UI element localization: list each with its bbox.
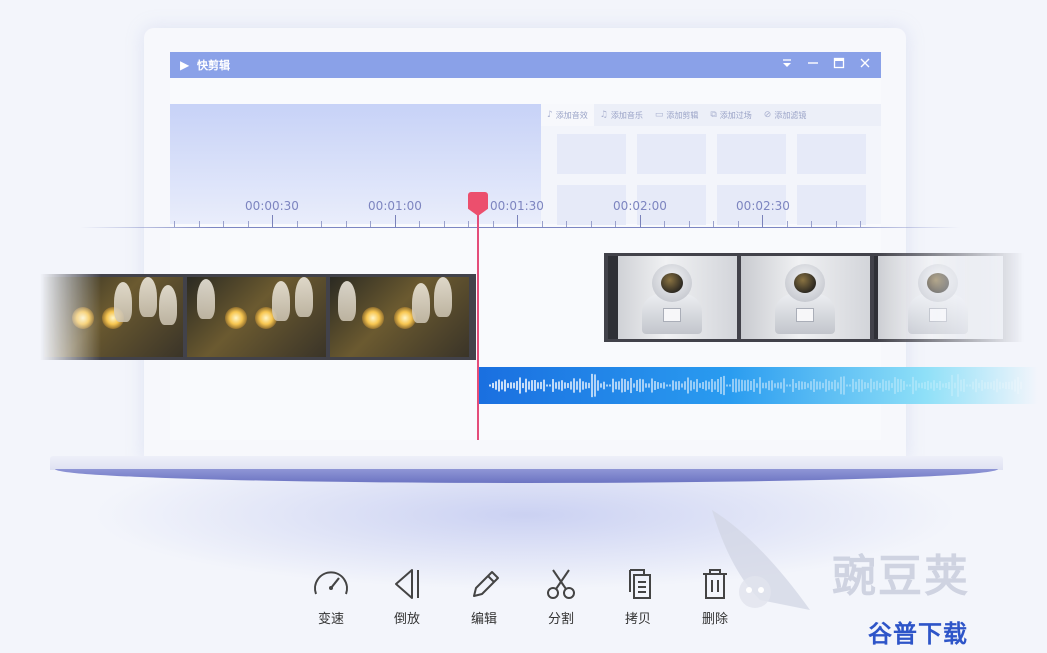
tab-music[interactable]: ♫ 添加音乐 — [594, 104, 649, 126]
tab-filter[interactable]: ⊘ 添加滤镜 — [758, 104, 813, 126]
video-clip-icon: ▭ — [654, 110, 664, 120]
timeline-tick — [517, 215, 518, 227]
asset-thumbnail[interactable] — [557, 134, 626, 174]
clip-frame — [741, 256, 870, 339]
timeline-tick — [836, 221, 837, 227]
split-label: 分割 — [547, 612, 574, 627]
timeline-tick — [591, 221, 592, 227]
edit-button[interactable]: 编辑 — [459, 566, 509, 627]
timeline-tick — [811, 221, 812, 227]
timeline-tick — [468, 221, 469, 227]
transition-icon: ⧉ — [710, 110, 717, 120]
split-button[interactable]: 分割 — [536, 566, 586, 627]
editor-promo-stage: ▶ 快剪辑 ♪ 添加音效 ♫ 添加音乐 ▭ 添加剪辑 ⧉ 添加过场 ⊘ 添加滤镜… — [0, 0, 1047, 653]
timeline-tick — [493, 221, 494, 227]
reverse-label: 倒放 — [393, 612, 420, 627]
timeline-tick — [199, 221, 200, 227]
reverse-button[interactable]: 倒放 — [382, 566, 432, 627]
audio-waveform — [489, 373, 1022, 398]
menu-down-icon[interactable] — [779, 57, 795, 73]
tab-clip[interactable]: ▭ 添加剪辑 — [649, 104, 705, 126]
tab-label: 添加剪辑 — [666, 110, 699, 120]
sound-effect-icon: ♪ — [547, 110, 553, 120]
timeline-tick — [762, 215, 763, 227]
speed-button[interactable]: 变速 — [306, 566, 356, 627]
timeline-tick — [860, 221, 861, 227]
copy-label: 拷贝 — [624, 612, 651, 627]
video-clip-astronaut[interactable] — [604, 253, 1024, 342]
timeline-tick — [615, 221, 616, 227]
video-clip-bulbs[interactable] — [40, 274, 476, 360]
asset-tabs: ♪ 添加音效 ♫ 添加音乐 ▭ 添加剪辑 ⧉ 添加过场 ⊘ 添加滤镜 — [541, 104, 881, 126]
close-icon[interactable] — [857, 57, 873, 73]
filter-icon: ⊘ — [763, 110, 772, 120]
timeline-tick — [321, 221, 322, 227]
audio-track[interactable] — [478, 367, 1038, 404]
maximize-icon[interactable] — [831, 57, 847, 73]
timeline-label: 00:00:30 — [245, 199, 299, 213]
timeline-tick — [174, 221, 175, 227]
timeline-tick — [664, 221, 665, 227]
asset-thumbnail[interactable] — [637, 134, 706, 174]
timeline-tick — [542, 221, 543, 227]
asset-thumbnail[interactable] — [797, 185, 866, 225]
clip-frame — [44, 277, 183, 357]
asset-panel: ♪ 添加音效 ♫ 添加音乐 ▭ 添加剪辑 ⧉ 添加过场 ⊘ 添加滤镜 — [541, 104, 881, 225]
playhead-line — [477, 210, 479, 440]
scissors-icon — [547, 569, 575, 599]
timeline-tick — [272, 215, 273, 227]
asset-thumbnail[interactable] — [797, 134, 866, 174]
minimize-icon[interactable] — [805, 57, 821, 73]
tab-sound-effect[interactable]: ♪ 添加音效 — [541, 104, 594, 126]
copy-button[interactable]: 拷贝 — [613, 566, 663, 627]
timeline-tick — [787, 221, 788, 227]
window-controls — [779, 57, 873, 73]
timeline-tick — [248, 221, 249, 227]
timeline-tick — [689, 221, 690, 227]
music-icon: ♫ — [599, 110, 608, 120]
clip-frame — [608, 256, 737, 339]
timeline-tick — [640, 215, 641, 227]
pencil-icon — [473, 571, 499, 597]
timeline-tick — [738, 221, 739, 227]
clip-frame — [187, 277, 326, 357]
speed-label: 变速 — [317, 612, 344, 627]
titlebar: ▶ 快剪辑 — [170, 52, 881, 78]
tab-label: 添加滤镜 — [774, 110, 807, 120]
timeline-label: 00:01:00 — [368, 199, 422, 213]
timeline-tick — [297, 221, 298, 227]
asset-thumbnails — [557, 134, 866, 225]
tab-label: 添加过场 — [719, 110, 752, 120]
timeline-tick — [346, 221, 347, 227]
timeline-tick — [713, 221, 714, 227]
asset-thumbnail[interactable] — [717, 134, 786, 174]
timeline-tick — [223, 221, 224, 227]
app-title: 快剪辑 — [197, 59, 230, 72]
copy-icon — [629, 569, 651, 599]
reverse-play-icon — [395, 569, 419, 599]
timeline-label: 00:01:30 — [490, 199, 544, 213]
timeline-tick — [370, 221, 371, 227]
timeline-ruler[interactable] — [80, 227, 960, 228]
app-logo-icon: ▶ — [180, 58, 190, 72]
edit-label: 编辑 — [470, 612, 497, 627]
tab-transition[interactable]: ⧉ 添加过场 — [704, 104, 757, 126]
clip-frame — [330, 277, 469, 357]
watermark-download: 谷普下载 — [868, 620, 968, 648]
timeline-tick — [566, 221, 567, 227]
speedometer-icon — [314, 571, 348, 595]
timeline-tick — [419, 221, 420, 227]
timeline-label: 00:02:00 — [613, 199, 667, 213]
tab-label: 添加音效 — [555, 110, 588, 120]
laptop-base — [50, 456, 1003, 470]
watermark-brand: 豌豆荚 — [832, 551, 970, 602]
clip-frame — [874, 256, 1003, 339]
timeline-tick — [444, 221, 445, 227]
tab-label: 添加音乐 — [610, 110, 643, 120]
timeline-label: 00:02:30 — [736, 199, 790, 213]
timeline-tick — [395, 215, 396, 227]
